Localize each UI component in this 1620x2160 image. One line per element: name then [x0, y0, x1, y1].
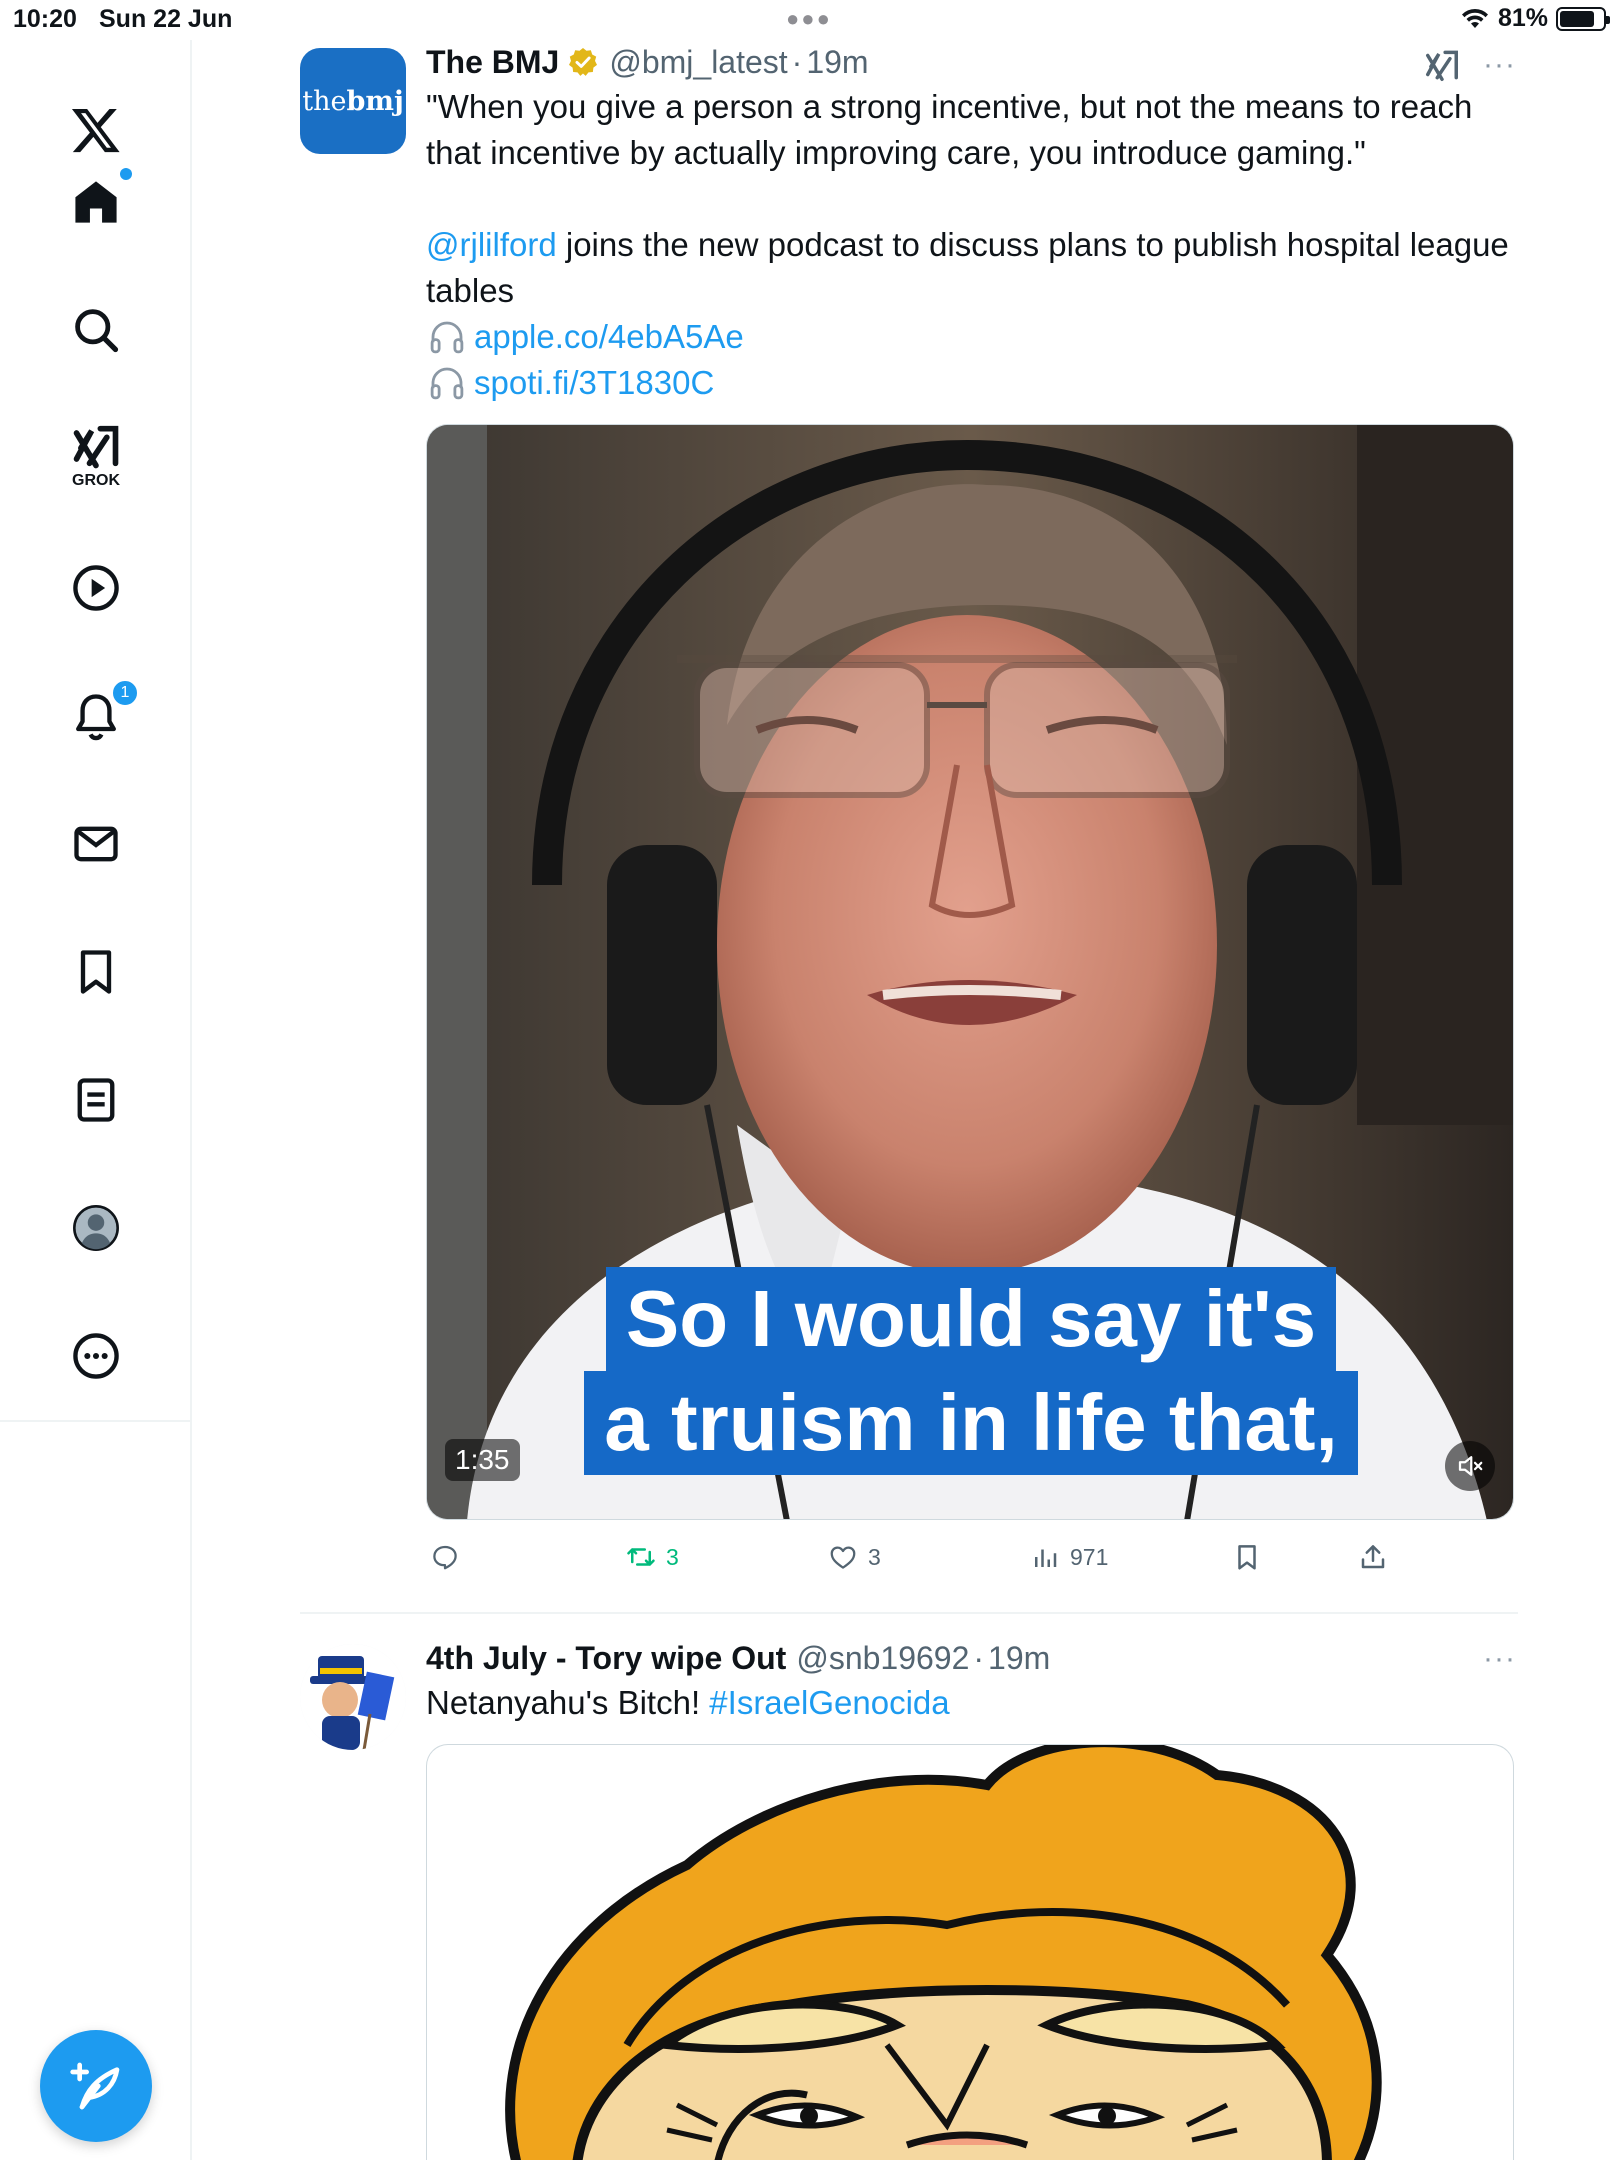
author-avatar[interactable] [300, 1644, 406, 1750]
podcast-link-spotify: spoti.fi/3T1830C [426, 360, 1518, 406]
bookmark-button[interactable] [1232, 1542, 1262, 1572]
tweet-timestamp[interactable]: 19m [988, 1640, 1050, 1677]
sidebar-nav: GROK 1 [0, 40, 192, 2160]
cartoon-avatar-image [300, 1644, 406, 1750]
headphones-icon [430, 321, 464, 354]
author-name[interactable]: The BMJ [426, 44, 559, 81]
caption-line-1: So I would say it's [605, 1267, 1337, 1371]
tweet-body: The BMJ @bmj_latest · 19m ··· "When you … [426, 40, 1518, 1594]
notifications-bell-icon[interactable]: 1 [56, 676, 140, 756]
mute-toggle-button[interactable] [1445, 1441, 1495, 1491]
lists-icon[interactable] [56, 1060, 136, 1140]
bookmark-icon [1238, 1545, 1256, 1570]
home-icon[interactable] [56, 162, 136, 242]
caption-line-2: a truism in life that, [584, 1371, 1358, 1475]
compose-button[interactable] [40, 2030, 152, 2142]
views-button[interactable]: 971 [1030, 1542, 1108, 1572]
speaker-muted-icon [1458, 1456, 1483, 1476]
spotify-podcast-link[interactable]: spoti.fi/3T1830C [474, 360, 714, 406]
tweet-header: 4th July - Tory wipe Out @snb19692 · 19m [426, 1636, 1518, 1680]
video-play-icon[interactable] [56, 548, 136, 628]
avatar-text-prefix: the [302, 85, 347, 117]
tweet-text: "When you give a person a strong incenti… [426, 84, 1518, 406]
video-player[interactable]: So I would say it's a truism in life tha… [426, 424, 1514, 1520]
separator: · [973, 1639, 985, 1676]
tweet-text-body: Netanyahu's Bitch! [426, 1684, 710, 1721]
status-date: Sun 22 Jun [99, 5, 233, 33]
like-count: 3 [868, 1543, 881, 1570]
home-unread-dot [120, 168, 132, 180]
status-bar: 10:20 Sun 22 Jun ●●● 81% [0, 0, 1620, 40]
search-icon[interactable] [56, 290, 136, 370]
share-button[interactable] [1358, 1542, 1388, 1572]
retweet-count: 3 [666, 1543, 679, 1570]
battery-icon [1556, 6, 1610, 31]
profile-avatar-icon[interactable] [56, 1188, 136, 1268]
retweet-button[interactable]: 3 [626, 1542, 679, 1572]
author-handle[interactable]: @snb19692 [796, 1640, 969, 1677]
grok-icon[interactable]: GROK [56, 416, 136, 496]
author-avatar[interactable]: the bmj [300, 48, 406, 154]
sidebar-divider [0, 1420, 192, 1422]
analytics-bars-icon [1035, 1549, 1057, 1567]
status-time: 10:20 [13, 5, 77, 33]
podcast-link-apple: apple.co/4ebA5Ae [426, 314, 1518, 360]
reply-button[interactable] [430, 1542, 470, 1572]
wifi-icon [1461, 8, 1488, 28]
tweet-paragraph-text: joins the new podcast to discuss plans t… [426, 226, 1509, 309]
like-button[interactable]: 3 [828, 1542, 881, 1572]
tweet-body: 4th July - Tory wipe Out @snb19692 · 19m… [426, 1636, 1518, 2160]
heart-icon [830, 1546, 856, 1569]
cartoon-image [505, 1745, 1382, 2160]
x-logo-icon[interactable] [56, 90, 136, 170]
mention-link[interactable]: @rjlilford [426, 226, 557, 263]
tweet-quote: "When you give a person a strong incenti… [426, 88, 1473, 171]
grok-explain-icon[interactable] [1423, 46, 1461, 84]
avatar-text-bold: bmj [346, 85, 404, 117]
messages-envelope-icon[interactable] [56, 804, 136, 884]
bookmark-icon[interactable] [56, 932, 136, 1012]
timeline-feed: the bmj The BMJ @bmj_latest · 19m ··· "W… [300, 40, 1518, 2160]
more-icon[interactable]: ··· [1483, 1642, 1516, 1676]
more-icon[interactable]: ··· [1483, 48, 1516, 82]
battery-level [1560, 10, 1595, 27]
tweet-text: Netanyahu's Bitch! #IsraelGenocida [426, 1680, 1518, 1726]
notification-count-badge: 1 [110, 678, 140, 708]
retweet-icon [627, 1548, 655, 1566]
tweet-image[interactable] [426, 1744, 1514, 2160]
battery-percent: 81% [1497, 4, 1548, 32]
headphones-icon [430, 367, 464, 400]
tweet-header-actions: ··· [1483, 1642, 1516, 1676]
tweet-timestamp[interactable]: 19m [806, 44, 868, 81]
views-count: 971 [1070, 1543, 1109, 1570]
grok-label: GROK [72, 472, 120, 489]
separator: · [791, 43, 803, 80]
tweet-header-actions: ··· [1423, 46, 1516, 84]
status-indicators: 81% [1460, 4, 1610, 33]
apple-podcast-link[interactable]: apple.co/4ebA5Ae [474, 314, 744, 360]
more-options-icon[interactable] [56, 1316, 136, 1396]
tweet[interactable]: the bmj The BMJ @bmj_latest · 19m ··· "W… [300, 40, 1518, 1612]
video-caption: So I would say it's a truism in life tha… [581, 1267, 1361, 1475]
share-upload-icon [1361, 1545, 1385, 1569]
author-name[interactable]: 4th July - Tory wipe Out [426, 1640, 786, 1677]
tweet-action-bar: 3 3 971 [426, 1520, 1514, 1594]
tweet-header: The BMJ @bmj_latest · 19m [426, 40, 1518, 84]
multitasking-dots-icon[interactable]: ●●● [786, 6, 832, 32]
compose-quill-icon [70, 2062, 120, 2110]
verified-badge-icon [569, 48, 598, 76]
tweet-paragraph: @rjlilford joins the new podcast to disc… [426, 222, 1518, 314]
hashtag-link[interactable]: #IsraelGenocida [709, 1684, 949, 1721]
tweet-divider [300, 1612, 1518, 1614]
author-handle[interactable]: @bmj_latest [609, 44, 787, 81]
video-duration: 1:35 [445, 1439, 520, 1481]
reply-icon [433, 1545, 457, 1570]
tweet[interactable]: 4th July - Tory wipe Out @snb19692 · 19m… [300, 1636, 1518, 2160]
